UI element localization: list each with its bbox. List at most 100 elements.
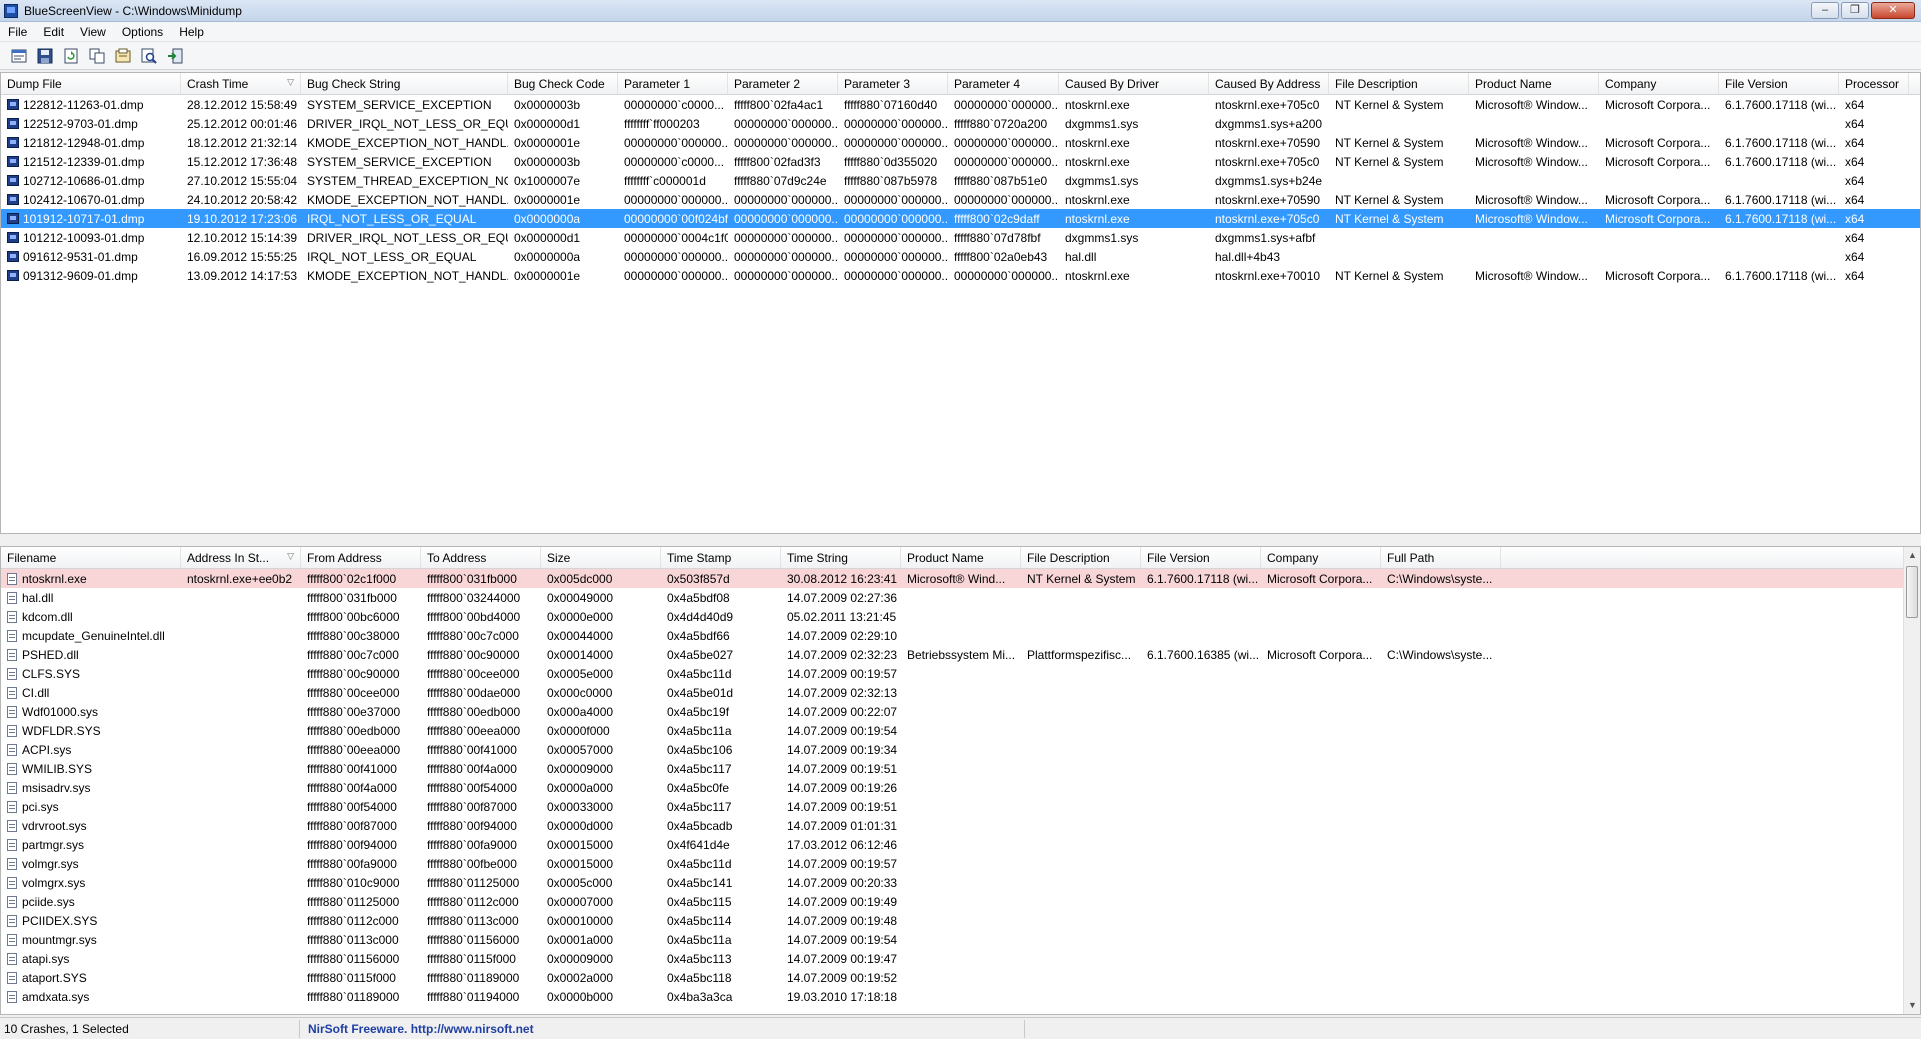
column-header-to-address[interactable]: To Address xyxy=(421,547,541,568)
column-header-from-address[interactable]: From Address xyxy=(301,547,421,568)
cell-size: 0x0000e000 xyxy=(541,610,661,624)
scroll-thumb-vertical[interactable] xyxy=(1906,566,1918,618)
column-header-company[interactable]: Company xyxy=(1599,73,1719,94)
column-header-bug-check-string[interactable]: Bug Check String xyxy=(301,73,508,94)
table-row[interactable]: 102712-10686-01.dmp 27.10.2012 15:55:04 SY… xyxy=(1,171,1920,190)
table-row[interactable]: Wdf01000.sys fffff880`00e37000 fffff880`00… xyxy=(1,702,1920,721)
cell-text: 00000000`000000... xyxy=(954,154,1059,169)
table-row[interactable]: 101212-10093-01.dmp 12.10.2012 15:14:39 DR… xyxy=(1,228,1920,247)
driver-file-icon xyxy=(7,990,17,1003)
column-header-file-version[interactable]: File Version xyxy=(1141,547,1261,568)
menu-options[interactable]: Options xyxy=(114,25,171,39)
cell-text: 0x0000e000 xyxy=(547,609,614,624)
column-header-address-in-st[interactable]: Address In St... ▽ xyxy=(181,547,301,568)
table-row[interactable]: 102412-10670-01.dmp 24.10.2012 20:58:42 KM… xyxy=(1,190,1920,209)
refresh-icon[interactable] xyxy=(60,45,82,67)
column-header-dump-file[interactable]: Dump File xyxy=(1,73,181,94)
column-header-parameter-4[interactable]: Parameter 4 xyxy=(948,73,1059,94)
column-header-processor[interactable]: Processor xyxy=(1839,73,1909,94)
table-row[interactable]: ntoskrnl.exe ntoskrnl.exe+ee0b2 fffff800`0… xyxy=(1,569,1920,588)
table-row[interactable]: 122512-9703-01.dmp 25.12.2012 00:01:46 DRI… xyxy=(1,114,1920,133)
table-row[interactable]: ataport.SYS fffff880`0115f000 fffff880`011… xyxy=(1,968,1920,987)
table-row[interactable]: volmgrx.sys fffff880`010c9000 fffff880`011… xyxy=(1,873,1920,892)
table-row[interactable]: kdcom.dll fffff800`00bc6000 fffff800`00bd4… xyxy=(1,607,1920,626)
column-header-full-path[interactable]: Full Path xyxy=(1381,547,1501,568)
column-header-product-name[interactable]: Product Name xyxy=(901,547,1021,568)
column-header-company[interactable]: Company xyxy=(1261,547,1381,568)
cell-text: 12.10.2012 15:14:39 xyxy=(187,230,298,245)
menu-help[interactable]: Help xyxy=(171,25,212,39)
table-row[interactable]: CI.dll fffff880`00cee000 fffff880`00dae000… xyxy=(1,683,1920,702)
column-header-time-string[interactable]: Time String xyxy=(781,547,901,568)
column-header-parameter-2[interactable]: Parameter 2 xyxy=(728,73,838,94)
save-icon[interactable] xyxy=(34,45,56,67)
cell-text: 091612-9531-01.dmp xyxy=(23,249,138,264)
cell-file-version: 6.1.7600.17118 (wi... xyxy=(1719,155,1839,169)
table-row[interactable]: pci.sys fffff880`00f54000 fffff880`00f8700… xyxy=(1,797,1920,816)
table-row[interactable]: CLFS.SYS fffff880`00c90000 fffff880`00cee0… xyxy=(1,664,1920,683)
nirsoft-link[interactable]: NirSoft Freeware. http://www.nirsoft.net xyxy=(300,1019,1025,1038)
table-row[interactable]: 101912-10717-01.dmp 19.10.2012 17:23:06 IR… xyxy=(1,209,1920,228)
column-header-crash-time[interactable]: Crash Time ▽ xyxy=(181,73,301,94)
column-header-file-version[interactable]: File Version xyxy=(1719,73,1839,94)
table-row[interactable]: WMILIB.SYS fffff880`00f41000 fffff880`00f4… xyxy=(1,759,1920,778)
table-row[interactable]: 121512-12339-01.dmp 15.12.2012 17:36:48 SY… xyxy=(1,152,1920,171)
properties-icon[interactable] xyxy=(8,45,30,67)
scroll-down-icon[interactable]: ▼ xyxy=(1904,997,1920,1014)
table-row[interactable]: mcupdate_GenuineIntel.dll fffff880`00c380… xyxy=(1,626,1920,645)
copy-icon[interactable] xyxy=(86,45,108,67)
cell-text: 0x0002a000 xyxy=(547,970,614,985)
table-row[interactable]: PCIIDEX.SYS fffff880`0112c000 fffff880`011… xyxy=(1,911,1920,930)
column-header-caused-by-driver[interactable]: Caused By Driver xyxy=(1059,73,1209,94)
column-header-filename[interactable]: Filename xyxy=(1,547,181,568)
table-row[interactable]: msisadrv.sys fffff880`00f4a000 fffff880`00… xyxy=(1,778,1920,797)
column-header-product-name[interactable]: Product Name xyxy=(1469,73,1599,94)
cell-text: 0x00033000 xyxy=(547,799,614,814)
table-row[interactable]: PSHED.dll fffff880`00c7c000 fffff880`00c90… xyxy=(1,645,1920,664)
vertical-scrollbar[interactable]: ▲ ▼ xyxy=(1903,547,1920,1014)
table-row[interactable]: 091312-9609-01.dmp 13.09.2012 14:17:53 KMO… xyxy=(1,266,1920,285)
column-header-file-description[interactable]: File Description xyxy=(1021,547,1141,568)
table-row[interactable]: atapi.sys fffff880`01156000 fffff880`0115f… xyxy=(1,949,1920,968)
options-icon[interactable] xyxy=(112,45,134,67)
column-header-size[interactable]: Size xyxy=(541,547,661,568)
menu-edit[interactable]: Edit xyxy=(35,25,72,39)
cell-bug-check-string: DRIVER_IRQL_NOT_LESS_OR_EQUAL xyxy=(301,231,508,245)
cell-text: 0x4a5bc117 xyxy=(667,799,732,814)
cell-text: fffff800`00bc6000 xyxy=(307,609,400,624)
maximize-button[interactable]: ❐ xyxy=(1841,2,1869,19)
cell-parameter-3: fffff880`087b5978 xyxy=(838,174,948,188)
cell-bug-check-code: 0x0000000a xyxy=(508,250,618,264)
column-header-time-stamp[interactable]: Time Stamp xyxy=(661,547,781,568)
table-row[interactable]: 121812-12948-01.dmp 18.12.2012 21:32:14 KM… xyxy=(1,133,1920,152)
table-row[interactable]: 122812-11263-01.dmp 28.12.2012 15:58:49 SY… xyxy=(1,95,1920,114)
table-row[interactable]: WDFLDR.SYS fffff880`00edb000 fffff880`00ee… xyxy=(1,721,1920,740)
table-row[interactable]: amdxata.sys fffff880`01189000 fffff880`011… xyxy=(1,987,1920,1006)
table-row[interactable]: pciide.sys fffff880`01125000 fffff880`0112… xyxy=(1,892,1920,911)
minimize-button[interactable]: – xyxy=(1811,2,1839,19)
table-row[interactable]: mountmgr.sys fffff880`0113c000 fffff880`01… xyxy=(1,930,1920,949)
cell-text: fffff880`00fa9000 xyxy=(427,837,517,852)
column-header-parameter-1[interactable]: Parameter 1 xyxy=(618,73,728,94)
close-button[interactable]: ✕ xyxy=(1871,2,1915,19)
table-row[interactable]: partmgr.sys fffff880`00f94000 fffff880`00f… xyxy=(1,835,1920,854)
menu-view[interactable]: View xyxy=(72,25,114,39)
table-row[interactable]: ACPI.sys fffff880`00eea000 fffff880`00f410… xyxy=(1,740,1920,759)
column-header-label: Bug Check String xyxy=(307,77,401,91)
menu-file[interactable]: File xyxy=(0,25,35,39)
cell-time-stamp: 0x4ba3a3ca xyxy=(661,990,781,1004)
column-header-parameter-3[interactable]: Parameter 3 xyxy=(838,73,948,94)
column-header-file-description[interactable]: File Description xyxy=(1329,73,1469,94)
find-icon[interactable] xyxy=(138,45,160,67)
scroll-up-icon[interactable]: ▲ xyxy=(1904,547,1920,564)
table-row[interactable]: 091612-9531-01.dmp 16.09.2012 15:55:25 IRQ… xyxy=(1,247,1920,266)
cell-from-address: fffff800`00bc6000 xyxy=(301,610,421,624)
column-header-bug-check-code[interactable]: Bug Check Code xyxy=(508,73,618,94)
column-header-caused-by-address[interactable]: Caused By Address xyxy=(1209,73,1329,94)
cell-filename: msisadrv.sys xyxy=(1,781,181,795)
table-row[interactable]: volmgr.sys fffff880`00fa9000 fffff880`00fb… xyxy=(1,854,1920,873)
exit-icon[interactable] xyxy=(164,45,186,67)
cell-text: Microsoft Corpora... xyxy=(1605,135,1711,150)
table-row[interactable]: vdrvroot.sys fffff880`00f87000 fffff880`00… xyxy=(1,816,1920,835)
table-row[interactable]: hal.dll fffff800`031fb000 fffff800`0324400… xyxy=(1,588,1920,607)
